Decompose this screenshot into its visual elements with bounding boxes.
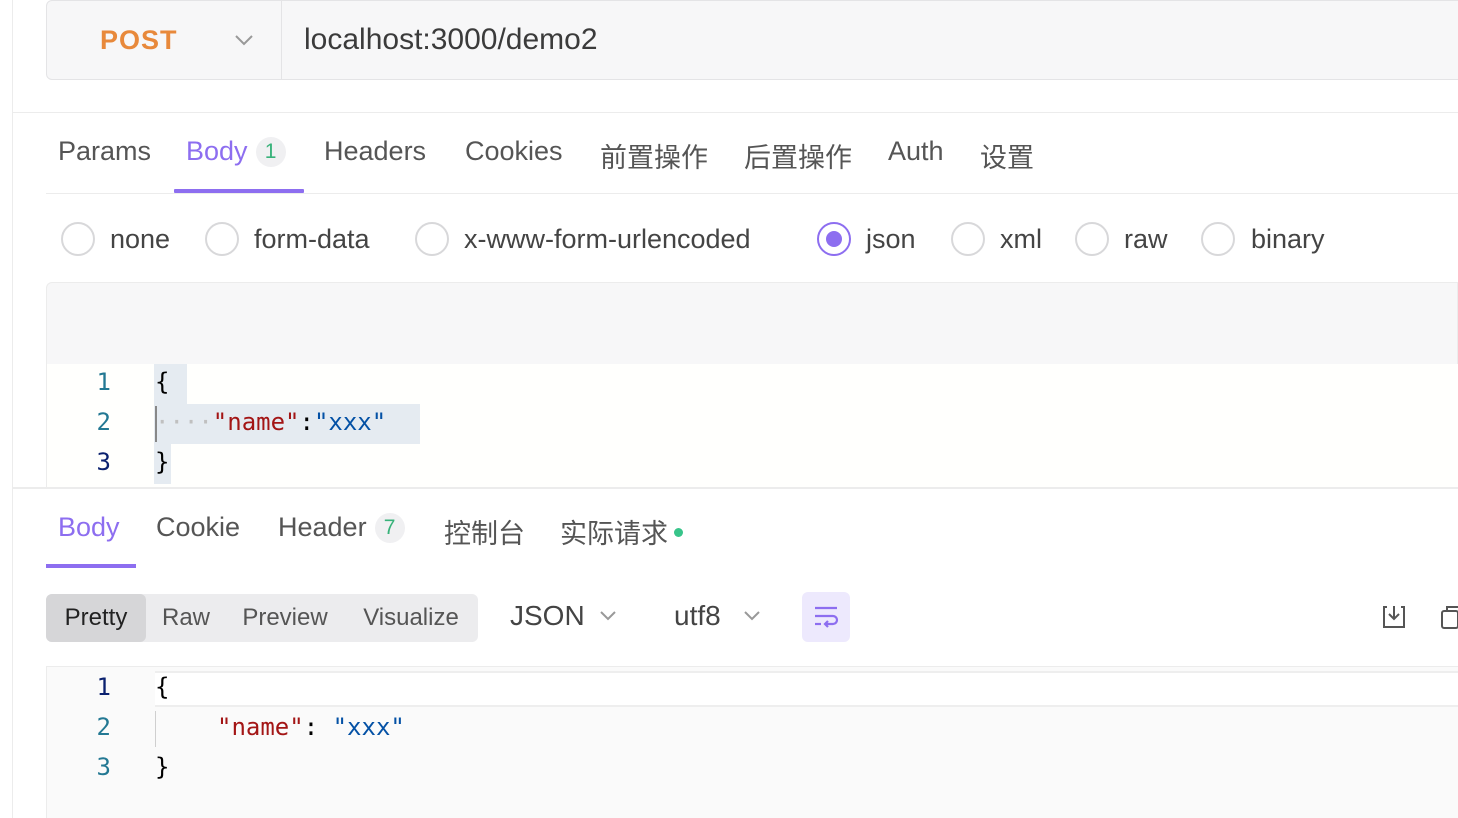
view-raw[interactable]: Raw [146, 594, 226, 642]
chevron-down-icon [600, 611, 616, 621]
url-input[interactable]: localhost:3000/demo2 [304, 23, 598, 57]
line-number: 2 [96, 408, 111, 436]
request-body-editor[interactable]: 1 2 3 { ····"name":"xxx" } [46, 364, 1458, 488]
radio-raw[interactable] [1075, 222, 1109, 256]
code-line: } [155, 448, 170, 476]
view-preview[interactable]: Preview [226, 594, 344, 642]
wrap-lines-button[interactable] [802, 592, 850, 642]
wrap-lines-icon [815, 606, 839, 628]
status-dot [674, 528, 683, 537]
radio-json[interactable] [817, 222, 851, 256]
tab-pre-processors[interactable]: 前置操作 [600, 136, 708, 175]
tab-auth[interactable]: Auth [888, 136, 944, 167]
response-body-viewer[interactable]: 1 2 3 { "name": "xxx" } [46, 666, 1458, 818]
radio-form-data[interactable] [205, 222, 239, 256]
code-line: } [155, 753, 170, 781]
tab-cookies[interactable]: Cookies [465, 136, 563, 167]
line-number: 2 [96, 713, 111, 741]
code-line: { [155, 368, 170, 396]
radio-urlencoded-label[interactable]: x-www-form-urlencoded [464, 224, 751, 255]
tab-body-label: Body [186, 136, 248, 166]
json-value: "xxx" [313, 408, 387, 436]
response-tab-header[interactable]: Header 7 [278, 512, 405, 543]
divider [13, 112, 1458, 113]
tab-post-processors[interactable]: 后置操作 [744, 136, 852, 175]
tab-settings[interactable]: 设置 [980, 136, 1034, 175]
radio-form-data-label[interactable]: form-data [254, 224, 370, 255]
chevron-down-icon [235, 35, 253, 46]
active-tab-indicator [174, 189, 304, 193]
json-key: "name" [217, 713, 304, 741]
current-line-highlight [155, 671, 1458, 707]
radio-xml[interactable] [951, 222, 985, 256]
indent-guide [155, 711, 156, 747]
left-divider [12, 0, 13, 818]
radio-urlencoded[interactable] [415, 222, 449, 256]
body-count-badge: 1 [255, 137, 286, 167]
tab-body[interactable]: Body 1 [186, 136, 286, 167]
response-tab-actual-request-label: 实际请求 [560, 519, 668, 549]
json-key: "name" [212, 408, 300, 436]
radio-none-label[interactable]: none [110, 224, 170, 255]
method-select[interactable]: POST [47, 1, 282, 79]
line-number: 1 [96, 368, 111, 396]
json-colon: : [303, 713, 333, 741]
copy-icon[interactable] [1438, 602, 1458, 632]
tab-params[interactable]: Params [58, 136, 151, 167]
radio-json-label[interactable]: json [866, 224, 916, 255]
code-line: { [155, 673, 170, 701]
json-value: "xxx" [332, 713, 405, 741]
response-tab-cookie[interactable]: Cookie [156, 512, 240, 543]
whitespace-dots: ···· [155, 408, 213, 436]
response-tabs: Body Cookie Header 7 控制台 实际请求 [46, 490, 1458, 568]
method-label: POST [100, 25, 178, 55]
view-mode-segmented: Pretty Raw Preview Visualize [46, 594, 478, 642]
line-number: 3 [96, 753, 111, 781]
url-bar: POST localhost:3000/demo2 [46, 0, 1458, 80]
view-pretty[interactable]: Pretty [46, 594, 146, 642]
code-line: "name": "xxx" [217, 713, 405, 741]
response-tab-body[interactable]: Body [58, 512, 120, 543]
radio-none[interactable] [61, 222, 95, 256]
json-colon: : [299, 408, 314, 436]
chevron-down-icon [744, 611, 760, 621]
divider [13, 487, 1458, 489]
line-number: 3 [96, 448, 111, 476]
radio-xml-label[interactable]: xml [1000, 224, 1042, 255]
response-tab-header-label: Header [278, 512, 367, 542]
radio-raw-label[interactable]: raw [1124, 224, 1168, 255]
request-tabs: Params Body 1 Headers Cookies 前置操作 后置操作 A… [46, 118, 1458, 194]
encoding-select[interactable]: utf8 [674, 600, 721, 632]
radio-binary[interactable] [1201, 222, 1235, 256]
save-download-icon[interactable] [1379, 602, 1409, 632]
code-line: ····"name":"xxx" [155, 408, 386, 436]
tab-headers[interactable]: Headers [324, 136, 426, 167]
active-tab-indicator [46, 564, 136, 568]
view-visualize[interactable]: Visualize [344, 594, 478, 642]
line-number: 1 [96, 673, 111, 701]
response-tab-console[interactable]: 控制台 [444, 512, 525, 551]
response-tab-actual-request[interactable]: 实际请求 [560, 512, 683, 551]
request-editor-toolbar [46, 282, 1458, 364]
radio-binary-label[interactable]: binary [1251, 224, 1325, 255]
header-count-badge: 7 [374, 513, 405, 543]
format-select[interactable]: JSON [510, 600, 585, 632]
